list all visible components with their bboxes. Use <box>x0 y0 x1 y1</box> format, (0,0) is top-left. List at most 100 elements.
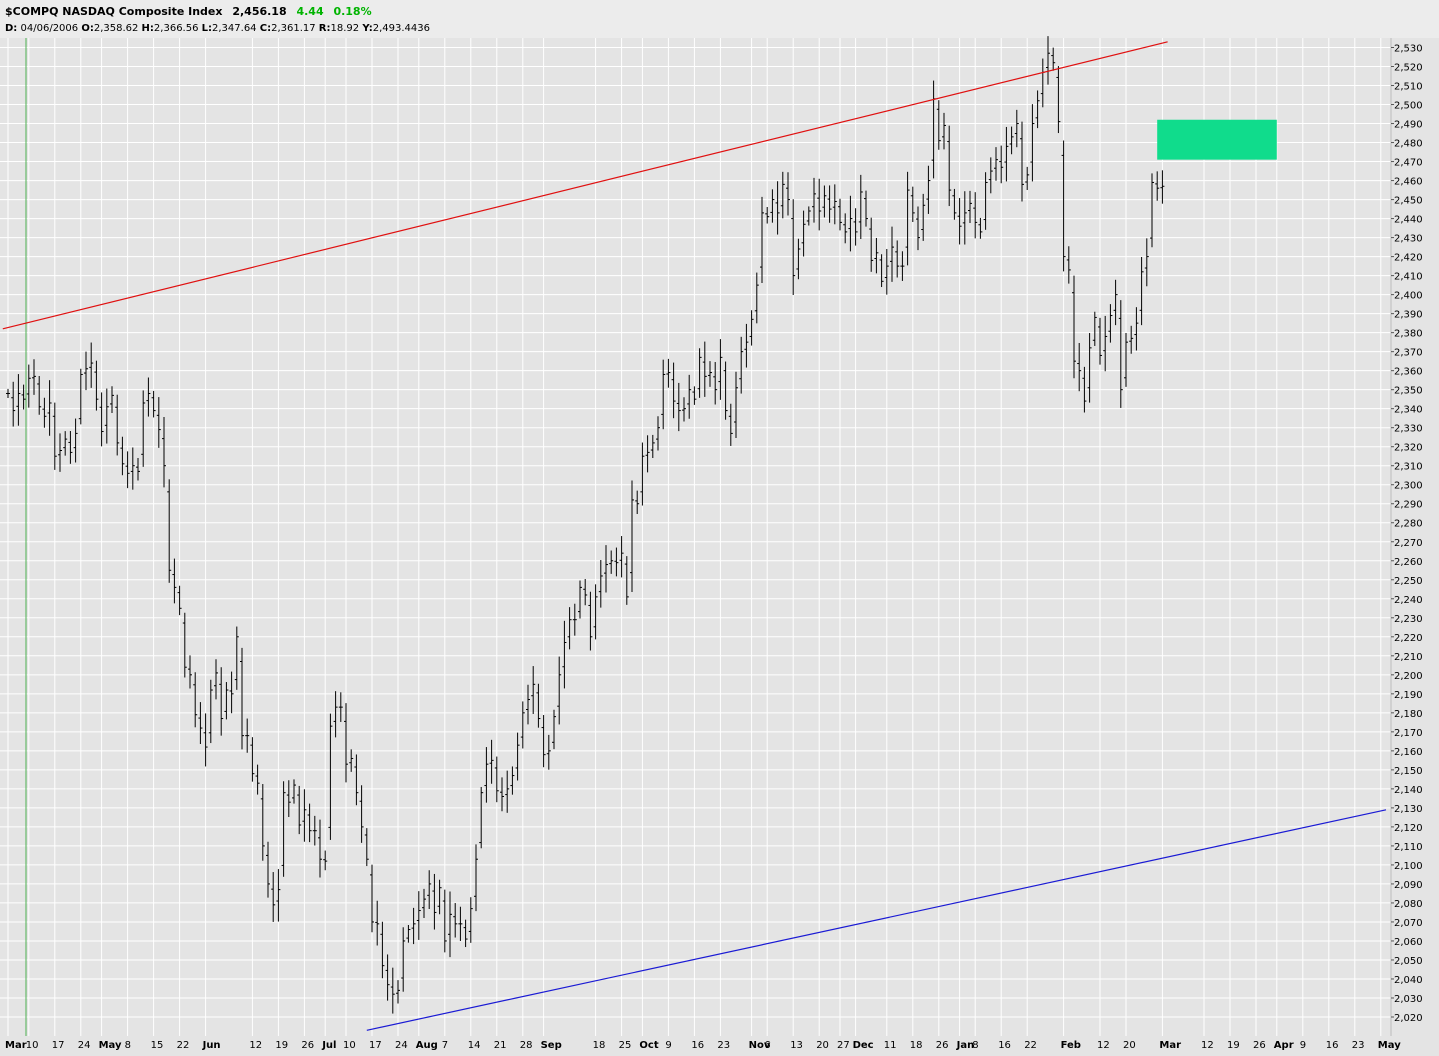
x-day-label: 13 <box>790 1040 803 1051</box>
y-tick-label: 2,090 <box>1394 880 1423 891</box>
gap-rectangle <box>1157 119 1277 160</box>
y-tick-label: 2,510 <box>1394 82 1423 93</box>
x-day-label: 21 <box>494 1040 507 1051</box>
x-day-label: 10 <box>343 1040 356 1051</box>
y-tick-label: 2,170 <box>1394 728 1423 739</box>
x-day-label: 11 <box>884 1040 897 1051</box>
x-month-label: Jun <box>202 1040 221 1051</box>
x-day-label: 19 <box>275 1040 288 1051</box>
x-day-label: 28 <box>520 1040 533 1051</box>
x-day-label: 12 <box>1097 1040 1110 1051</box>
y-tick-label: 2,470 <box>1394 158 1423 169</box>
x-day-label: 18 <box>593 1040 606 1051</box>
y-tick-label: 2,450 <box>1394 196 1423 207</box>
y-tick-label: 2,430 <box>1394 234 1423 245</box>
y-tick-label: 2,270 <box>1394 538 1423 549</box>
x-day-label: 7 <box>442 1040 448 1051</box>
y-tick-label: 2,530 <box>1394 44 1423 55</box>
x-day-label: 10 <box>26 1040 39 1051</box>
y-tick-label: 2,040 <box>1394 975 1423 986</box>
y-tick-label: 2,320 <box>1394 443 1423 454</box>
y-tick-label: 2,490 <box>1394 120 1423 131</box>
x-month-label: Mar <box>1159 1040 1181 1051</box>
x-axis-ticks: Mar 10 17 24 May 8 15 22 Jun 12 19 26 Jul 10 17 24 Aug 7 1… <box>5 1040 1401 1051</box>
y-tick-label: 2,140 <box>1394 785 1423 796</box>
x-month-label: May <box>99 1040 122 1051</box>
x-day-label: 15 <box>151 1040 164 1051</box>
x-day-label: 18 <box>910 1040 923 1051</box>
x-day-label: 17 <box>369 1040 382 1051</box>
x-day-label: 26 <box>1253 1040 1266 1051</box>
x-month-label: Dec <box>853 1040 874 1051</box>
y-tick-label: 2,390 <box>1394 310 1423 321</box>
x-day-label: 12 <box>1201 1040 1214 1051</box>
y-tick-label: 2,410 <box>1394 272 1423 283</box>
x-month-label: Sep <box>541 1040 562 1051</box>
x-day-label: 27 <box>837 1040 850 1051</box>
x-day-label: 16 <box>1326 1040 1339 1051</box>
y-tick-label: 2,520 <box>1394 63 1423 74</box>
x-day-label: 16 <box>998 1040 1011 1051</box>
y-tick-label: 2,190 <box>1394 690 1423 701</box>
y-tick-label: 2,160 <box>1394 747 1423 758</box>
y-tick-label: 2,080 <box>1394 899 1423 910</box>
x-day-label: 8 <box>125 1040 131 1051</box>
y-tick-label: 2,070 <box>1394 918 1423 929</box>
x-day-label: 23 <box>1352 1040 1365 1051</box>
price-chart[interactable]: 2,020 2,030 2,040 2,050 2,060 2,070 2,080 2,090… <box>0 0 1439 1056</box>
x-day-label: 19 <box>1227 1040 1240 1051</box>
x-day-label: 23 <box>717 1040 730 1051</box>
x-month-label: Mar <box>5 1040 27 1051</box>
y-tick-label: 2,280 <box>1394 519 1423 530</box>
y-tick-label: 2,020 <box>1394 1013 1423 1024</box>
x-day-label: 16 <box>691 1040 704 1051</box>
x-day-label: 9 <box>1300 1040 1306 1051</box>
y-tick-label: 2,300 <box>1394 481 1423 492</box>
y-tick-label: 2,330 <box>1394 424 1423 435</box>
y-tick-label: 2,380 <box>1394 329 1423 340</box>
y-tick-label: 2,250 <box>1394 576 1423 587</box>
y-tick-label: 2,150 <box>1394 766 1423 777</box>
y-tick-label: 2,050 <box>1394 956 1423 967</box>
x-day-label: 20 <box>1123 1040 1136 1051</box>
y-tick-label: 2,260 <box>1394 557 1423 568</box>
plot-area <box>0 38 1391 1026</box>
x-month-label: Aug <box>416 1040 438 1051</box>
x-day-label: 22 <box>1024 1040 1037 1051</box>
x-day-label: 26 <box>936 1040 949 1051</box>
y-tick-label: 2,230 <box>1394 614 1423 625</box>
y-tick-label: 2,240 <box>1394 595 1423 606</box>
y-tick-label: 2,120 <box>1394 823 1423 834</box>
x-month-label: May <box>1378 1040 1401 1051</box>
x-month-label: Jul <box>321 1040 336 1051</box>
y-tick-label: 2,400 <box>1394 291 1423 302</box>
y-tick-label: 2,440 <box>1394 215 1423 226</box>
x-day-label: 25 <box>619 1040 632 1051</box>
x-day-label: 14 <box>468 1040 481 1051</box>
y-tick-label: 2,220 <box>1394 633 1423 644</box>
x-day-label: 24 <box>78 1040 91 1051</box>
x-day-label: 26 <box>301 1040 314 1051</box>
x-month-label: Apr <box>1274 1040 1294 1051</box>
y-tick-label: 2,350 <box>1394 386 1423 397</box>
x-month-label: Oct <box>639 1040 658 1051</box>
gap-zone <box>1157 119 1277 160</box>
y-tick-label: 2,420 <box>1394 253 1423 264</box>
x-day-label: 24 <box>395 1040 408 1051</box>
x-day-label: 12 <box>249 1040 262 1051</box>
y-tick-label: 2,360 <box>1394 367 1423 378</box>
y-tick-label: 2,340 <box>1394 405 1423 416</box>
x-day-label: 22 <box>177 1040 190 1051</box>
y-tick-label: 2,180 <box>1394 709 1423 720</box>
y-tick-label: 2,110 <box>1394 842 1423 853</box>
x-day-label: 17 <box>52 1040 65 1051</box>
x-month-label: Feb <box>1061 1040 1081 1051</box>
y-tick-label: 2,210 <box>1394 652 1423 663</box>
x-day-label: 6 <box>764 1040 770 1051</box>
y-tick-label: 2,460 <box>1394 177 1423 188</box>
y-tick-label: 2,370 <box>1394 348 1423 359</box>
y-tick-label: 2,200 <box>1394 671 1423 682</box>
x-day-label: 8 <box>972 1040 978 1051</box>
y-tick-label: 2,480 <box>1394 139 1423 150</box>
y-tick-label: 2,310 <box>1394 462 1423 473</box>
